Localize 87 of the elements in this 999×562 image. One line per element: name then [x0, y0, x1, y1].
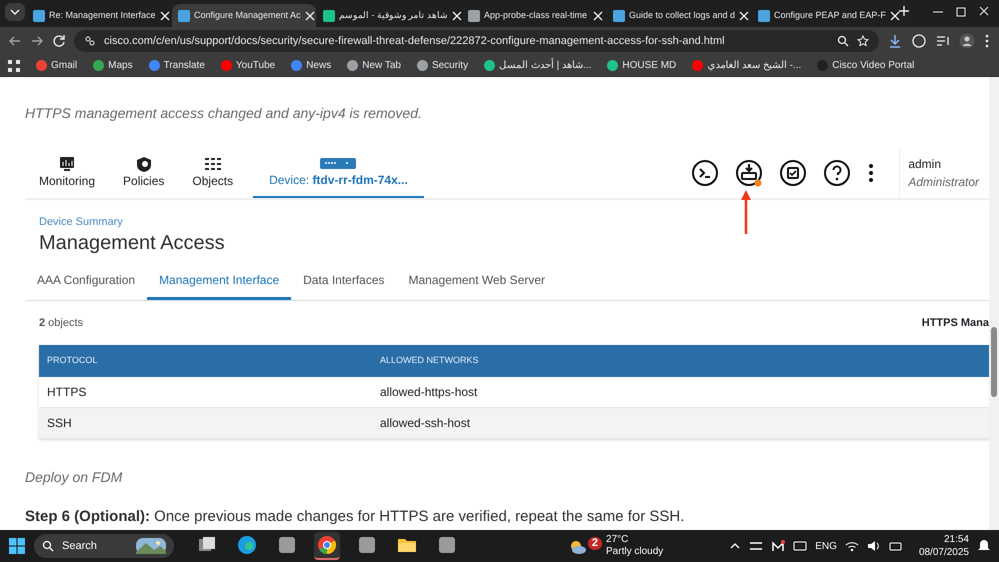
download-icon[interactable] [887, 33, 903, 49]
nav-tab[interactable]: Device: ftdv-rr-fdm-74x... [253, 148, 424, 198]
column-header: PROTOCOL [46, 354, 98, 368]
back-icon[interactable] [8, 34, 22, 48]
scrollbar[interactable] [989, 77, 999, 530]
object-count: 2 objects [39, 316, 84, 330]
site-info-icon [84, 35, 96, 47]
browser-tab[interactable]: Re: Management Interface [27, 4, 171, 27]
app-icon [276, 534, 298, 556]
close-icon[interactable] [739, 10, 750, 20]
close-icon[interactable] [593, 10, 603, 20]
column-header: ALLOWED NETWORKS [379, 354, 480, 368]
bookmark[interactable]: Translate [148, 58, 205, 73]
bookmark[interactable]: New Tab [347, 58, 401, 73]
device-icon [319, 155, 358, 171]
caption-text: Deploy on FDM [25, 468, 124, 487]
annotation-arrow [741, 190, 751, 234]
close-icon[interactable] [304, 10, 315, 20]
windows-start-icon[interactable] [8, 537, 26, 555]
tray-icon[interactable] [771, 540, 786, 552]
tray-icon[interactable] [749, 540, 764, 552]
user-name: admin [908, 156, 942, 173]
bookmark[interactable]: Maps [93, 58, 133, 73]
bookmark[interactable]: Cisco Video Portal [817, 58, 914, 73]
app-icon [356, 534, 378, 556]
close-icon[interactable] [452, 10, 462, 20]
sub-tab[interactable]: AAA Configuration [25, 270, 148, 300]
page-heading: Management Access [39, 230, 226, 254]
bookmark[interactable]: شاهد | أحدث المسل... [484, 58, 592, 73]
bookmark[interactable]: Security [416, 58, 468, 73]
browser-tab[interactable]: Guide to collect logs and d [607, 4, 751, 27]
section-label: HTTPS Mana [922, 316, 989, 330]
zoom-icon[interactable] [837, 35, 849, 47]
close-icon[interactable] [890, 10, 900, 20]
star-icon[interactable] [857, 35, 869, 47]
deploy-icon[interactable] [735, 159, 764, 187]
url-text: cisco.com/c/en/us/support/docs/security/secure-firewall-threat-defense/222872-configure-management-access-for-ssh-and.html [104, 34, 726, 49]
forward-icon[interactable] [30, 34, 44, 48]
browser-icon [236, 534, 258, 556]
sub-tab[interactable]: Management Web Server [396, 270, 558, 300]
language-indicator[interactable]: ENG [815, 538, 837, 554]
profile-avatar-icon[interactable] [959, 33, 975, 49]
bookmark[interactable]: YouTube [220, 58, 276, 73]
browser-tab[interactable]: App-probe-class real-time [462, 4, 606, 27]
apps-grid-icon[interactable] [8, 60, 20, 72]
user-role: Administrator [908, 174, 979, 191]
table-cell-text: SSH [46, 415, 73, 432]
bookmark[interactable]: HOUSE MD [607, 58, 676, 73]
tab-search-icon[interactable] [4, 0, 26, 22]
table-cell-text: allowed-ssh-host [379, 415, 472, 432]
close-icon[interactable] [160, 10, 170, 20]
sub-tab[interactable]: Management Interface [147, 270, 292, 300]
task-list-icon[interactable] [779, 159, 808, 187]
table-cell-text: allowed-https-host [379, 384, 478, 401]
browser-tab[interactable]: شاهد تامر وشوقية - الموسم [317, 4, 461, 27]
notification-bell-icon[interactable] [977, 539, 991, 553]
volume-icon[interactable] [866, 540, 881, 552]
menu-icon[interactable] [983, 33, 991, 49]
taskbar-app[interactable] [314, 532, 340, 560]
nav-tab[interactable]: Policies [109, 148, 178, 198]
notification-badge: 2 [588, 537, 602, 550]
keyboard-icon[interactable] [793, 540, 808, 552]
bookmark[interactable]: Gmail [36, 58, 78, 73]
search-icon [42, 540, 54, 552]
search-field[interactable]: Search [34, 534, 174, 558]
step-text: Step 6 (Optional): Once previous made changes for HTTPS are verified, repeat the same for SSH. [25, 507, 686, 527]
browser-icon [316, 534, 338, 556]
battery-icon[interactable] [888, 540, 903, 552]
address-bar[interactable]: cisco.com/c/en/us/support/docs/security/secure-firewall-threat-defense/222872-configure-management-access-for-ssh-and.html [74, 30, 879, 52]
clock[interactable]: 21:54 08/07/2025 [918, 534, 969, 558]
help-icon[interactable] [823, 159, 852, 187]
reload-icon[interactable] [52, 34, 66, 48]
sub-tab[interactable]: Data Interfaces [291, 270, 397, 300]
browser-tab[interactable]: Configure Management Ac [172, 4, 316, 27]
bookmark[interactable]: الشيخ سعد الغامدي -... [692, 58, 802, 73]
temperature: 27°C [606, 535, 630, 545]
nav-tab[interactable]: Objects [178, 148, 248, 198]
nav-tab[interactable]: Monitoring [25, 148, 110, 198]
table-cell-text: HTTPS [46, 384, 88, 401]
terminal-icon[interactable] [691, 159, 720, 187]
bookmark[interactable]: News [291, 58, 332, 73]
caption-text: HTTPS management access changed and any-ipv4 is removed. [25, 104, 423, 123]
app-icon [436, 534, 458, 556]
breadcrumb-link[interactable]: Device Summary [39, 214, 123, 230]
weather-text: Partly cloudy [606, 547, 664, 557]
wifi-icon[interactable] [844, 540, 859, 552]
browser-tab[interactable]: Configure PEAP and EAP-F [752, 4, 896, 27]
